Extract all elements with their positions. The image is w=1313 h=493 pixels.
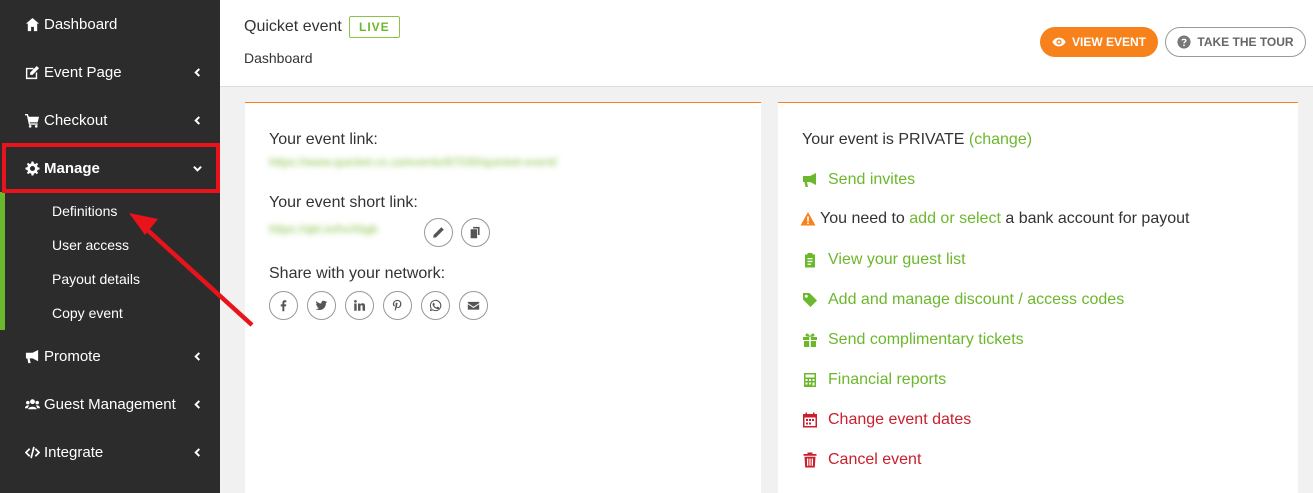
manage-submenu: Definitions User access Payout details C… xyxy=(0,192,220,330)
cancel-event-link[interactable]: Cancel event xyxy=(800,448,921,472)
sidebar-item-checkout[interactable]: Checkout xyxy=(0,96,220,144)
pinterest-icon xyxy=(392,299,402,312)
page-header: Quicket event LIVE Dashboard VIEW EVENT … xyxy=(220,0,1313,87)
send-invites-link[interactable]: Send invites xyxy=(800,168,915,192)
pencil-icon xyxy=(433,227,444,238)
financial-reports-label: Financial reports xyxy=(828,371,947,388)
take-tour-label: TAKE THE TOUR xyxy=(1197,35,1294,49)
cart-icon xyxy=(24,112,40,128)
financial-reports-link[interactable]: Financial reports xyxy=(800,368,946,392)
warning-icon xyxy=(800,212,816,226)
sidebar-item-label: Dashboard xyxy=(44,15,118,33)
code-icon xyxy=(24,444,40,460)
clipboard-icon xyxy=(800,251,820,269)
sidebar-item-label: Checkout xyxy=(44,111,108,129)
share-pinterest-button[interactable] xyxy=(383,291,412,320)
linkedin-icon xyxy=(354,300,366,311)
breadcrumb: Dashboard xyxy=(244,50,313,66)
edit-short-link-button[interactable] xyxy=(424,218,453,247)
sidebar-item-event-page[interactable]: Event Page xyxy=(0,48,220,96)
share-twitter-button[interactable] xyxy=(307,291,336,320)
home-icon xyxy=(24,16,40,32)
send-invites-label: Send invites xyxy=(828,171,916,188)
sidebar-item-label: Event Page xyxy=(44,63,122,81)
event-status-card: Your event is PRIVATE (change) Send invi… xyxy=(778,102,1298,493)
view-event-label: VIEW EVENT xyxy=(1071,35,1146,49)
question-circle-icon xyxy=(1177,35,1191,49)
email-icon xyxy=(467,301,480,310)
complimentary-tickets-link[interactable]: Send complimentary tickets xyxy=(800,328,1024,352)
chevron-left-icon xyxy=(192,67,202,77)
megaphone-icon xyxy=(800,171,820,189)
privacy-status-text: Your event is PRIVATE xyxy=(802,131,965,148)
sidebar-item-label: Guest Management xyxy=(44,395,176,413)
sidebar-item-guest-management[interactable]: Guest Management xyxy=(0,380,220,428)
share-label: Share with your network: xyxy=(269,265,446,282)
sidebar-item-manage[interactable]: Manage xyxy=(0,144,220,192)
discount-codes-link[interactable]: Add and manage discount / access codes xyxy=(800,288,1124,312)
change-dates-label: Change event dates xyxy=(828,411,972,428)
facebook-icon xyxy=(280,300,287,312)
twitter-icon xyxy=(315,300,328,311)
add-bank-account-link[interactable]: add or select xyxy=(909,210,1001,228)
guest-list-label: View your guest list xyxy=(828,251,966,268)
status-badge: LIVE xyxy=(349,16,400,38)
megaphone-icon xyxy=(24,348,40,364)
chevron-left-icon xyxy=(192,399,202,409)
warning-suffix: a bank account for payout xyxy=(1005,210,1190,227)
whatsapp-icon xyxy=(429,299,442,312)
short-link-label: Your event short link: xyxy=(269,194,418,211)
sidebar-item-dashboard[interactable]: Dashboard xyxy=(0,0,220,48)
copy-icon xyxy=(470,226,480,239)
submenu-item-copy-event[interactable]: Copy event xyxy=(0,296,220,330)
users-icon xyxy=(24,396,40,412)
sidebar: Dashboard Event Page Checkout Manage Def… xyxy=(0,0,220,493)
tag-icon xyxy=(800,291,820,309)
sidebar-item-promote[interactable]: Promote xyxy=(0,332,220,380)
share-email-button[interactable] xyxy=(459,291,488,320)
page-title: Quicket event xyxy=(244,18,342,35)
calendar-icon xyxy=(800,411,820,429)
share-whatsapp-button[interactable] xyxy=(421,291,450,320)
trash-icon xyxy=(800,451,820,469)
event-links-card: Your event link: https://www.quicket.co.… xyxy=(245,102,761,493)
guest-list-link[interactable]: View your guest list xyxy=(800,248,966,272)
chevron-left-icon xyxy=(192,351,202,361)
complimentary-tickets-label: Send complimentary tickets xyxy=(828,331,1024,348)
submenu-item-payout-details[interactable]: Payout details xyxy=(0,262,220,296)
sidebar-item-label: Manage xyxy=(44,159,100,177)
share-linkedin-button[interactable] xyxy=(345,291,374,320)
chevron-left-icon xyxy=(192,115,202,125)
sidebar-item-label: Integrate xyxy=(44,443,104,461)
eye-icon xyxy=(1052,37,1066,47)
short-link-value[interactable]: https://qkt.io/hxXbgb xyxy=(269,222,421,244)
take-tour-button[interactable]: TAKE THE TOUR xyxy=(1165,27,1306,57)
privacy-status: Your event is PRIVATE (change) xyxy=(802,131,1032,149)
sidebar-item-integrate[interactable]: Integrate xyxy=(0,428,220,476)
chevron-left-icon xyxy=(192,447,202,457)
event-link-value[interactable]: https://www.quicket.co.za/events/87030/q… xyxy=(269,155,731,177)
sidebar-item-label: Promote xyxy=(44,347,101,365)
change-dates-link[interactable]: Change event dates xyxy=(800,408,971,432)
submenu-item-definitions[interactable]: Definitions xyxy=(0,194,220,228)
event-link-label: Your event link: xyxy=(269,131,378,148)
cancel-event-label: Cancel event xyxy=(828,451,922,468)
warning-prefix: You need to xyxy=(820,210,905,227)
bank-account-warning: You need to add or select a bank account… xyxy=(800,207,1189,231)
edit-icon xyxy=(24,64,40,80)
discount-codes-label: Add and manage discount / access codes xyxy=(828,291,1125,308)
view-event-button[interactable]: VIEW EVENT xyxy=(1040,27,1158,57)
gear-icon xyxy=(24,160,40,176)
submenu-item-user-access[interactable]: User access xyxy=(0,228,220,262)
copy-short-link-button[interactable] xyxy=(461,218,490,247)
calculator-icon xyxy=(800,371,820,389)
gift-icon xyxy=(800,331,820,349)
share-facebook-button[interactable] xyxy=(269,291,298,320)
change-privacy-link[interactable]: (change) xyxy=(969,131,1032,148)
chevron-down-icon xyxy=(192,163,202,173)
